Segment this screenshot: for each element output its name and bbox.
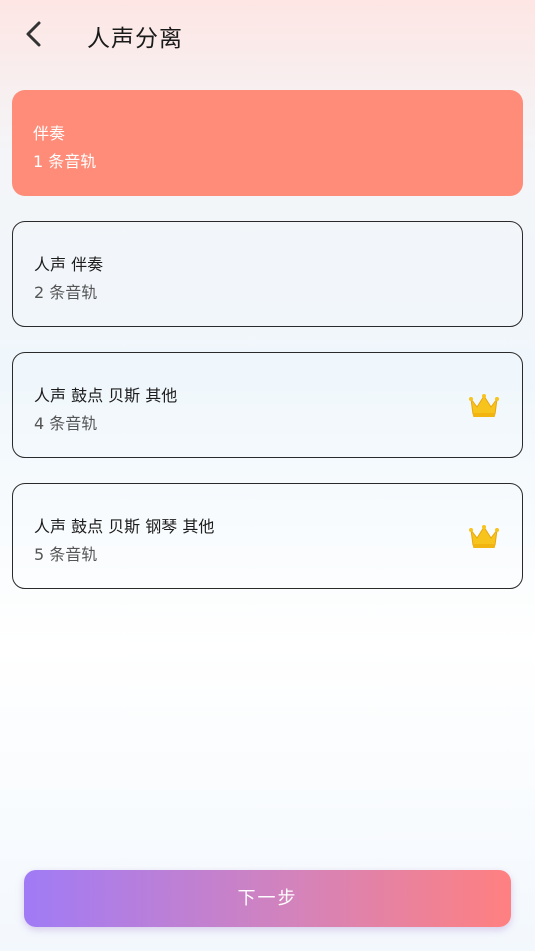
option-title: 人声 伴奏 bbox=[34, 255, 104, 274]
crown-icon bbox=[469, 525, 499, 548]
option-title: 人声 鼓点 贝斯 其他 bbox=[34, 386, 178, 405]
crown-icon bbox=[469, 394, 499, 417]
next-button[interactable]: 下一步 bbox=[24, 870, 511, 927]
option-track-count: 2 条音轨 bbox=[34, 283, 98, 302]
option-accompaniment[interactable]: 伴奏 1 条音轨 bbox=[12, 90, 523, 196]
option-vocals-accompaniment[interactable]: 人声 伴奏 2 条音轨 bbox=[12, 221, 523, 327]
option-track-count: 1 条音轨 bbox=[33, 152, 97, 171]
option-four-stems[interactable]: 人声 鼓点 贝斯 其他 4 条音轨 bbox=[12, 352, 523, 458]
option-title: 伴奏 bbox=[33, 124, 66, 143]
option-title: 人声 鼓点 贝斯 钢琴 其他 bbox=[34, 517, 215, 536]
chevron-left-icon bbox=[26, 21, 41, 47]
option-track-count: 4 条音轨 bbox=[34, 414, 98, 433]
header: 人声分离 bbox=[0, 0, 535, 70]
back-button[interactable] bbox=[18, 18, 50, 50]
option-track-count: 5 条音轨 bbox=[34, 545, 98, 564]
page-title: 人声分离 bbox=[87, 26, 183, 52]
option-five-stems[interactable]: 人声 鼓点 贝斯 钢琴 其他 5 条音轨 bbox=[12, 483, 523, 589]
